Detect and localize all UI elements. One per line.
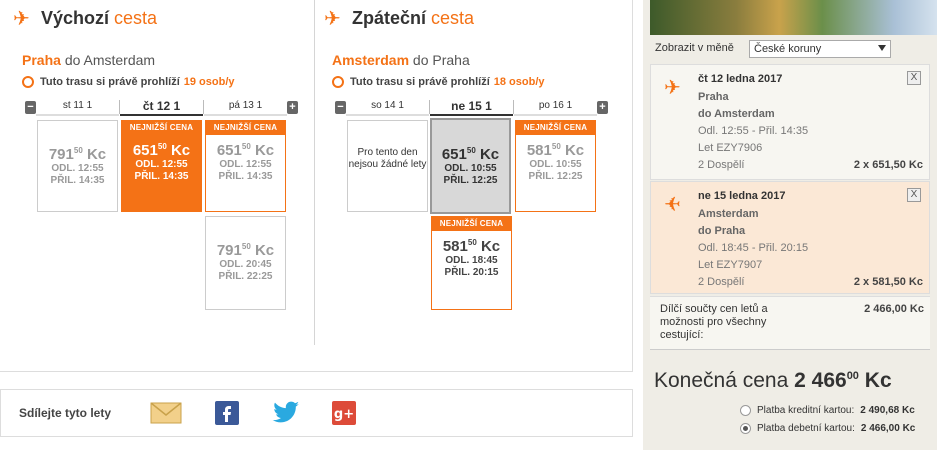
prev-day-button[interactable]: − xyxy=(25,100,36,114)
plane-icon: ✈ xyxy=(664,194,681,216)
remove-flight-button[interactable]: X xyxy=(907,71,921,85)
destination-banner-image xyxy=(650,0,937,35)
alarm-clock-icon xyxy=(22,76,34,88)
fare-card-selected[interactable]: NEJNIŽŠÍ CENA 65150 Kc ODL. 12:55 PŘIL. … xyxy=(121,120,202,212)
plane-icon: ✈ xyxy=(13,8,30,30)
day-tab[interactable]: po 16 1 xyxy=(514,98,597,116)
svg-text:g+: g+ xyxy=(334,407,354,422)
fare-card[interactable]: 79150 Kc ODL. 12:55 PŘIL. 14:35 xyxy=(37,120,118,212)
outbound-viewing-notice: Tuto trasu si právě prohlíží 19 osob/y xyxy=(22,76,235,88)
day-tab[interactable]: so 14 1 xyxy=(346,98,429,116)
radio-button[interactable] xyxy=(740,405,751,416)
fare-card[interactable]: NEJNIŽŠÍ CENA 58150 Kc ODL. 18:45 PŘIL. … xyxy=(431,216,512,310)
fare-card[interactable]: NEJNIŽŠÍ CENA 58150 Kc ODL. 10:55 PŘIL. … xyxy=(515,120,596,212)
day-tab-selected[interactable]: ne 15 1 xyxy=(430,98,513,116)
day-tab[interactable]: st 11 1 xyxy=(36,98,119,116)
section-divider xyxy=(314,0,315,345)
currency-label: Zobrazit v měně xyxy=(655,42,734,54)
pay-debit-option[interactable]: Platba debetní kartou: 2 466,00 Kc xyxy=(740,423,915,434)
lowest-price-badge: NEJNIŽŠÍ CENA xyxy=(122,121,201,135)
prev-day-button[interactable]: − xyxy=(335,100,346,114)
lowest-price-badge: NEJNIŽŠÍ CENA xyxy=(516,121,595,135)
final-price: Konečná cena 2 46600 Kc xyxy=(654,369,892,392)
twitter-icon[interactable] xyxy=(272,401,299,425)
subtotal-row: Dílčí součty cen letů a možnosti pro vše… xyxy=(650,296,930,350)
share-label: Sdílejte tyto lety xyxy=(19,406,112,420)
remove-flight-button[interactable]: X xyxy=(907,188,921,202)
day-tab-selected[interactable]: čt 12 1 xyxy=(120,98,203,116)
radio-button-selected[interactable] xyxy=(740,423,751,434)
inbound-title: Zpáteční cesta xyxy=(352,8,475,28)
chevron-down-icon xyxy=(878,45,886,51)
inbound-day-selector: − so 14 1 ne 15 1 po 16 1 + xyxy=(335,98,608,116)
outbound-flight-summary: ✈ čt 12 ledna 2017 X Praha do Amsterdam … xyxy=(650,64,930,180)
flight-selection-panel: ✈ Výchozí cesta Praha do Amsterdam Tuto … xyxy=(0,0,633,372)
outbound-day-selector: − st 11 1 čt 12 1 pá 13 1 + xyxy=(25,98,298,116)
outbound-route: Praha do Amsterdam xyxy=(22,52,156,68)
fare-card[interactable]: NEJNIŽŠÍ CENA 65150 Kc ODL. 12:55 PŘIL. … xyxy=(205,120,286,212)
day-tab[interactable]: pá 13 1 xyxy=(204,98,287,116)
next-day-button[interactable]: + xyxy=(287,100,298,114)
inbound-flight-summary: ✈ ne 15 ledna 2017 X Amsterdam do Praha … xyxy=(650,181,930,294)
share-bar: Sdílejte tyto lety g+ xyxy=(0,389,633,437)
booking-summary-panel: Zobrazit v měně České koruny ✈ čt 12 led… xyxy=(643,0,937,450)
pay-credit-option[interactable]: Platba kreditní kartou: 2 490,68 Kc xyxy=(740,405,915,416)
outbound-title: Výchozí cesta xyxy=(41,8,158,28)
facebook-icon[interactable] xyxy=(215,401,241,425)
lowest-price-badge: NEJNIŽŠÍ CENA xyxy=(432,217,511,231)
fare-card-selected[interactable]: 65150 Kc ODL. 10:55 PŘIL. 12:25 xyxy=(430,118,511,214)
next-day-button[interactable]: + xyxy=(597,100,608,114)
no-flights-card: Pro tento den nejsou žádné lety xyxy=(347,120,428,212)
google-plus-icon[interactable]: g+ xyxy=(332,401,358,425)
email-icon[interactable] xyxy=(150,401,182,425)
lowest-price-badge: NEJNIŽŠÍ CENA xyxy=(206,121,285,135)
alarm-clock-icon xyxy=(332,76,344,88)
inbound-viewing-notice: Tuto trasu si právě prohlíží 18 osob/y xyxy=(332,76,545,88)
inbound-route: Amsterdam do Praha xyxy=(332,52,470,68)
plane-icon: ✈ xyxy=(324,8,341,30)
fare-card[interactable]: 79150 Kc ODL. 20:45 PŘIL. 22:25 xyxy=(205,216,286,310)
plane-icon: ✈ xyxy=(664,77,681,99)
currency-select[interactable]: České koruny xyxy=(749,40,891,58)
